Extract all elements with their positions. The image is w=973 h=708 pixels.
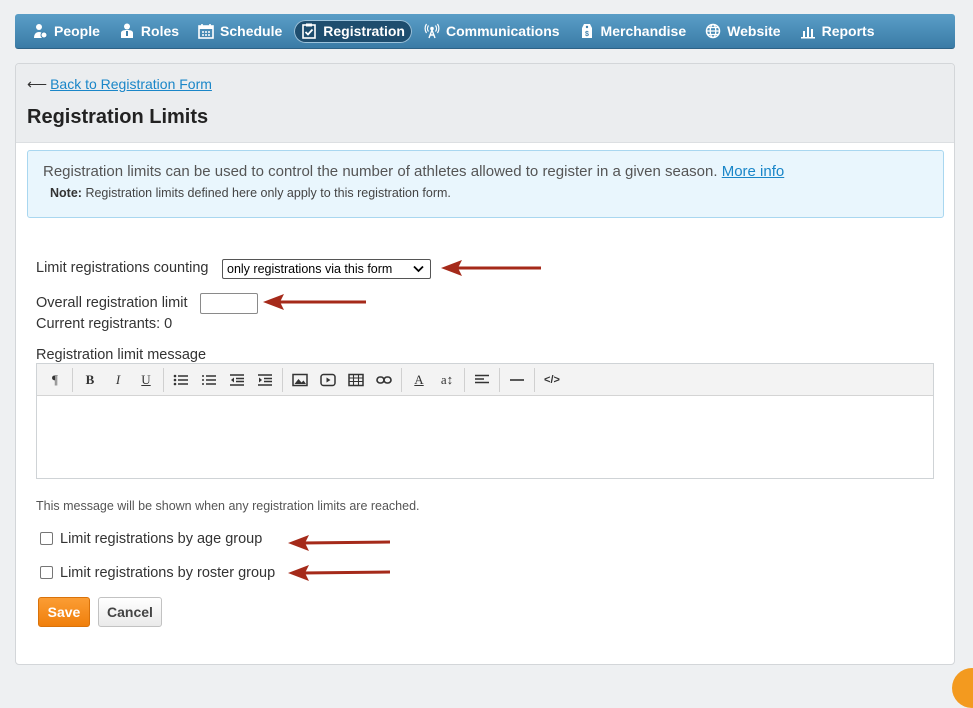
help-widget-button[interactable] [952, 668, 973, 708]
age-group-label: Limit registrations by age group [60, 531, 263, 547]
price-tag-icon: $ [581, 24, 592, 38]
italic-button[interactable]: I [104, 368, 132, 392]
counting-selected-value: only registrations via this form [227, 262, 393, 276]
table-icon [348, 373, 364, 386]
code-view-button[interactable]: </> [538, 368, 566, 392]
nav-communications[interactable]: Communications [417, 20, 567, 43]
underline-button[interactable]: U [132, 368, 160, 392]
nav-label: Registration [323, 23, 405, 39]
nav-merchandise[interactable]: $ Merchandise [572, 20, 694, 43]
overall-limit-input[interactable] [200, 293, 258, 314]
numbered-list-button[interactable] [195, 368, 223, 392]
toolbar-divider [464, 367, 465, 392]
bold-button[interactable]: B [76, 368, 104, 392]
roles-icon [120, 23, 133, 38]
outdent-icon [230, 373, 244, 386]
limit-message-label: Registration limit message [36, 347, 207, 363]
bar-chart-icon [800, 27, 815, 39]
insert-video-button[interactable] [314, 368, 342, 392]
toolbar-divider [499, 367, 500, 392]
indent-button[interactable] [251, 368, 279, 392]
nav-label: Roles [140, 23, 180, 39]
chevron-down-icon [413, 265, 424, 273]
registration-limits-panel: ⟵ Back to Registration Form Registration … [15, 63, 955, 665]
bulleted-list-icon [173, 374, 188, 385]
nav-website[interactable]: Website [698, 20, 787, 43]
video-icon [320, 373, 336, 386]
toolbar-divider [401, 367, 402, 392]
breadcrumb: ⟵ Back to Registration Form [27, 76, 212, 93]
info-alert: Registration limits can be used to contr… [27, 150, 944, 218]
nav-label: People [54, 23, 100, 39]
svg-text:$: $ [585, 31, 589, 38]
paragraph-style-button[interactable]: ¶ [41, 368, 69, 392]
counting-select[interactable]: only registrations via this form [222, 259, 431, 279]
message-editor-body[interactable] [37, 396, 933, 478]
globe-icon [705, 23, 721, 39]
back-to-registration-form-link[interactable]: Back to Registration Form [50, 76, 212, 92]
calendar-icon [198, 24, 214, 39]
editor-toolbar: ¶ B I U A a↕ </> [37, 364, 933, 396]
note-label: Note: [50, 186, 82, 200]
page-title: Registration Limits [27, 106, 209, 128]
main-nav: People Roles Schedule Registration Commu… [15, 14, 955, 49]
nav-people[interactable]: People [25, 20, 107, 43]
info-note: Note: Registration limits defined here o… [50, 186, 451, 200]
save-button[interactable]: Save [38, 597, 90, 627]
horizontal-rule-icon [510, 378, 524, 381]
nav-registration[interactable]: Registration [294, 19, 412, 43]
align-left-icon [475, 374, 489, 383]
panel-header: ⟵ Back to Registration Form Registration … [16, 64, 954, 143]
note-text: Registration limits defined here only ap… [85, 186, 451, 200]
overall-limit-label: Overall registration limit [36, 295, 188, 311]
roster-group-label: Limit registrations by roster group [60, 565, 276, 581]
link-icon [376, 375, 392, 384]
nav-label: Schedule [220, 23, 283, 39]
info-text: Registration limits can be used to contr… [43, 163, 784, 180]
back-arrow-icon: ⟵ [27, 76, 48, 92]
insert-image-button[interactable] [286, 368, 314, 392]
antenna-icon [424, 23, 440, 39]
numbered-list-icon [202, 374, 216, 385]
font-size-button[interactable]: a↕ [433, 368, 461, 392]
people-icon [34, 24, 48, 39]
more-info-link[interactable]: More info [722, 163, 785, 180]
font-color-button[interactable]: A [405, 368, 433, 392]
nav-roles[interactable]: Roles [112, 20, 186, 43]
counting-label: Limit registrations counting [36, 260, 209, 276]
horizontal-rule-button[interactable] [503, 368, 531, 392]
nav-label: Reports [821, 23, 875, 39]
current-registrants-text: Current registrants: 0 [36, 316, 173, 332]
clipboard-check-icon [302, 23, 317, 39]
nav-label: Communications [445, 23, 560, 39]
toolbar-divider [72, 367, 73, 392]
cancel-button[interactable]: Cancel [98, 597, 162, 627]
bulleted-list-button[interactable] [167, 368, 195, 392]
age-group-checkbox[interactable] [40, 532, 53, 545]
nav-reports[interactable]: Reports [793, 20, 882, 43]
insert-table-button[interactable] [342, 368, 370, 392]
align-button[interactable] [468, 368, 496, 392]
info-description: Registration limits can be used to contr… [43, 163, 718, 180]
nav-label: Merchandise [600, 23, 687, 39]
nav-schedule[interactable]: Schedule [191, 20, 289, 43]
toolbar-divider [534, 367, 535, 392]
outdent-button[interactable] [223, 368, 251, 392]
limit-message-editor: ¶ B I U A a↕ </> [36, 363, 934, 479]
image-icon [292, 373, 308, 386]
toolbar-divider [282, 367, 283, 392]
nav-label: Website [727, 23, 781, 39]
toolbar-divider [163, 367, 164, 392]
indent-icon [258, 373, 272, 386]
insert-link-button[interactable] [370, 368, 398, 392]
roster-group-checkbox[interactable] [40, 566, 53, 579]
message-hint: This message will be shown when any regi… [36, 499, 420, 513]
